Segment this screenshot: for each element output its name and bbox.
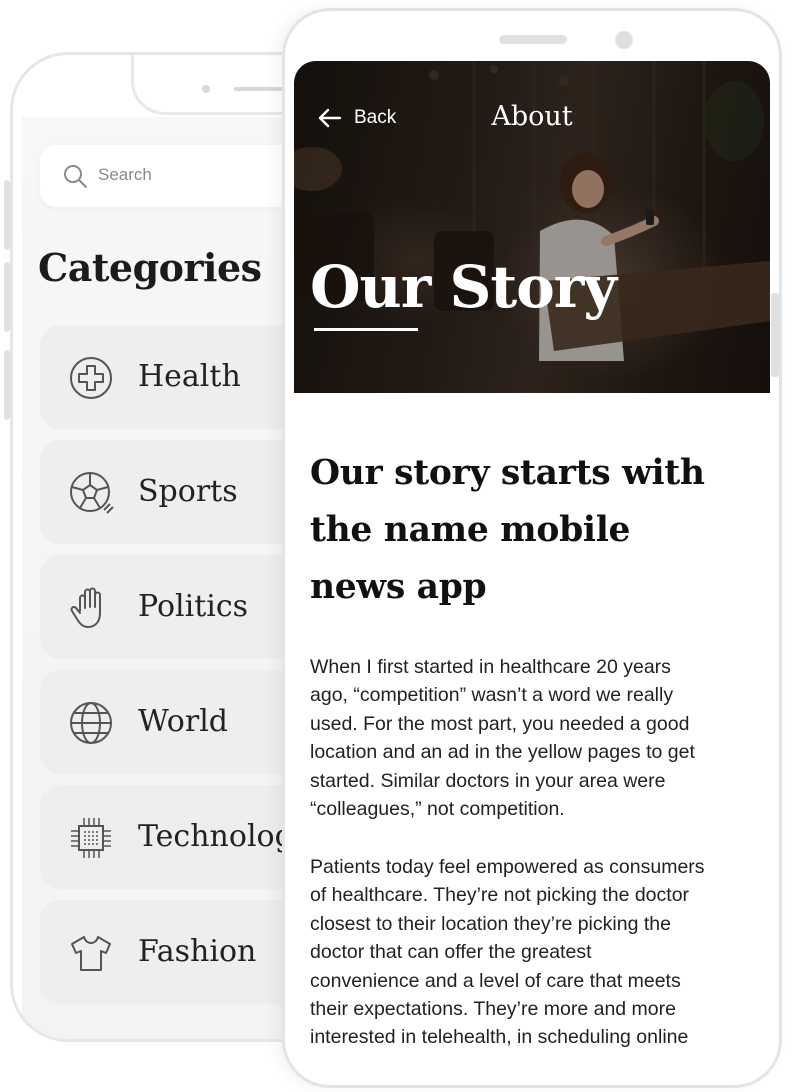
title-underline	[314, 328, 418, 331]
side-button	[771, 293, 779, 377]
story-paragraph: When I first started in healthcare 20 ye…	[310, 656, 695, 821]
search-icon	[64, 165, 87, 188]
story-heading: Our story starts with the name mobile ne…	[310, 453, 705, 607]
search-placeholder: Search	[98, 165, 152, 184]
about-phone: Back About Our Story Our story starts wi…	[282, 8, 782, 1088]
soccer-ball-icon	[70, 472, 114, 514]
category-label: Politics	[138, 589, 249, 624]
categories-heading: Categories	[38, 245, 262, 290]
globe-icon	[70, 702, 112, 744]
category-label: Health	[138, 359, 241, 394]
tshirt-icon	[71, 936, 111, 971]
plus-circle-icon	[70, 357, 112, 399]
category-label: Fashion	[138, 934, 257, 969]
category-label: Sports	[138, 474, 238, 509]
speaker	[499, 35, 567, 44]
camera	[615, 31, 633, 49]
camera	[202, 85, 210, 93]
chip-icon	[71, 818, 111, 858]
category-label: World	[138, 704, 228, 739]
hero-title: Our Story	[310, 253, 617, 321]
raised-hand-icon	[70, 587, 101, 628]
story-content: Our story starts with the name mobile ne…	[310, 445, 762, 616]
hero-image: Back About Our Story	[294, 61, 770, 393]
page-title: About	[491, 101, 573, 132]
story-paragraph: Patients today feel empowered as consume…	[310, 856, 705, 1049]
